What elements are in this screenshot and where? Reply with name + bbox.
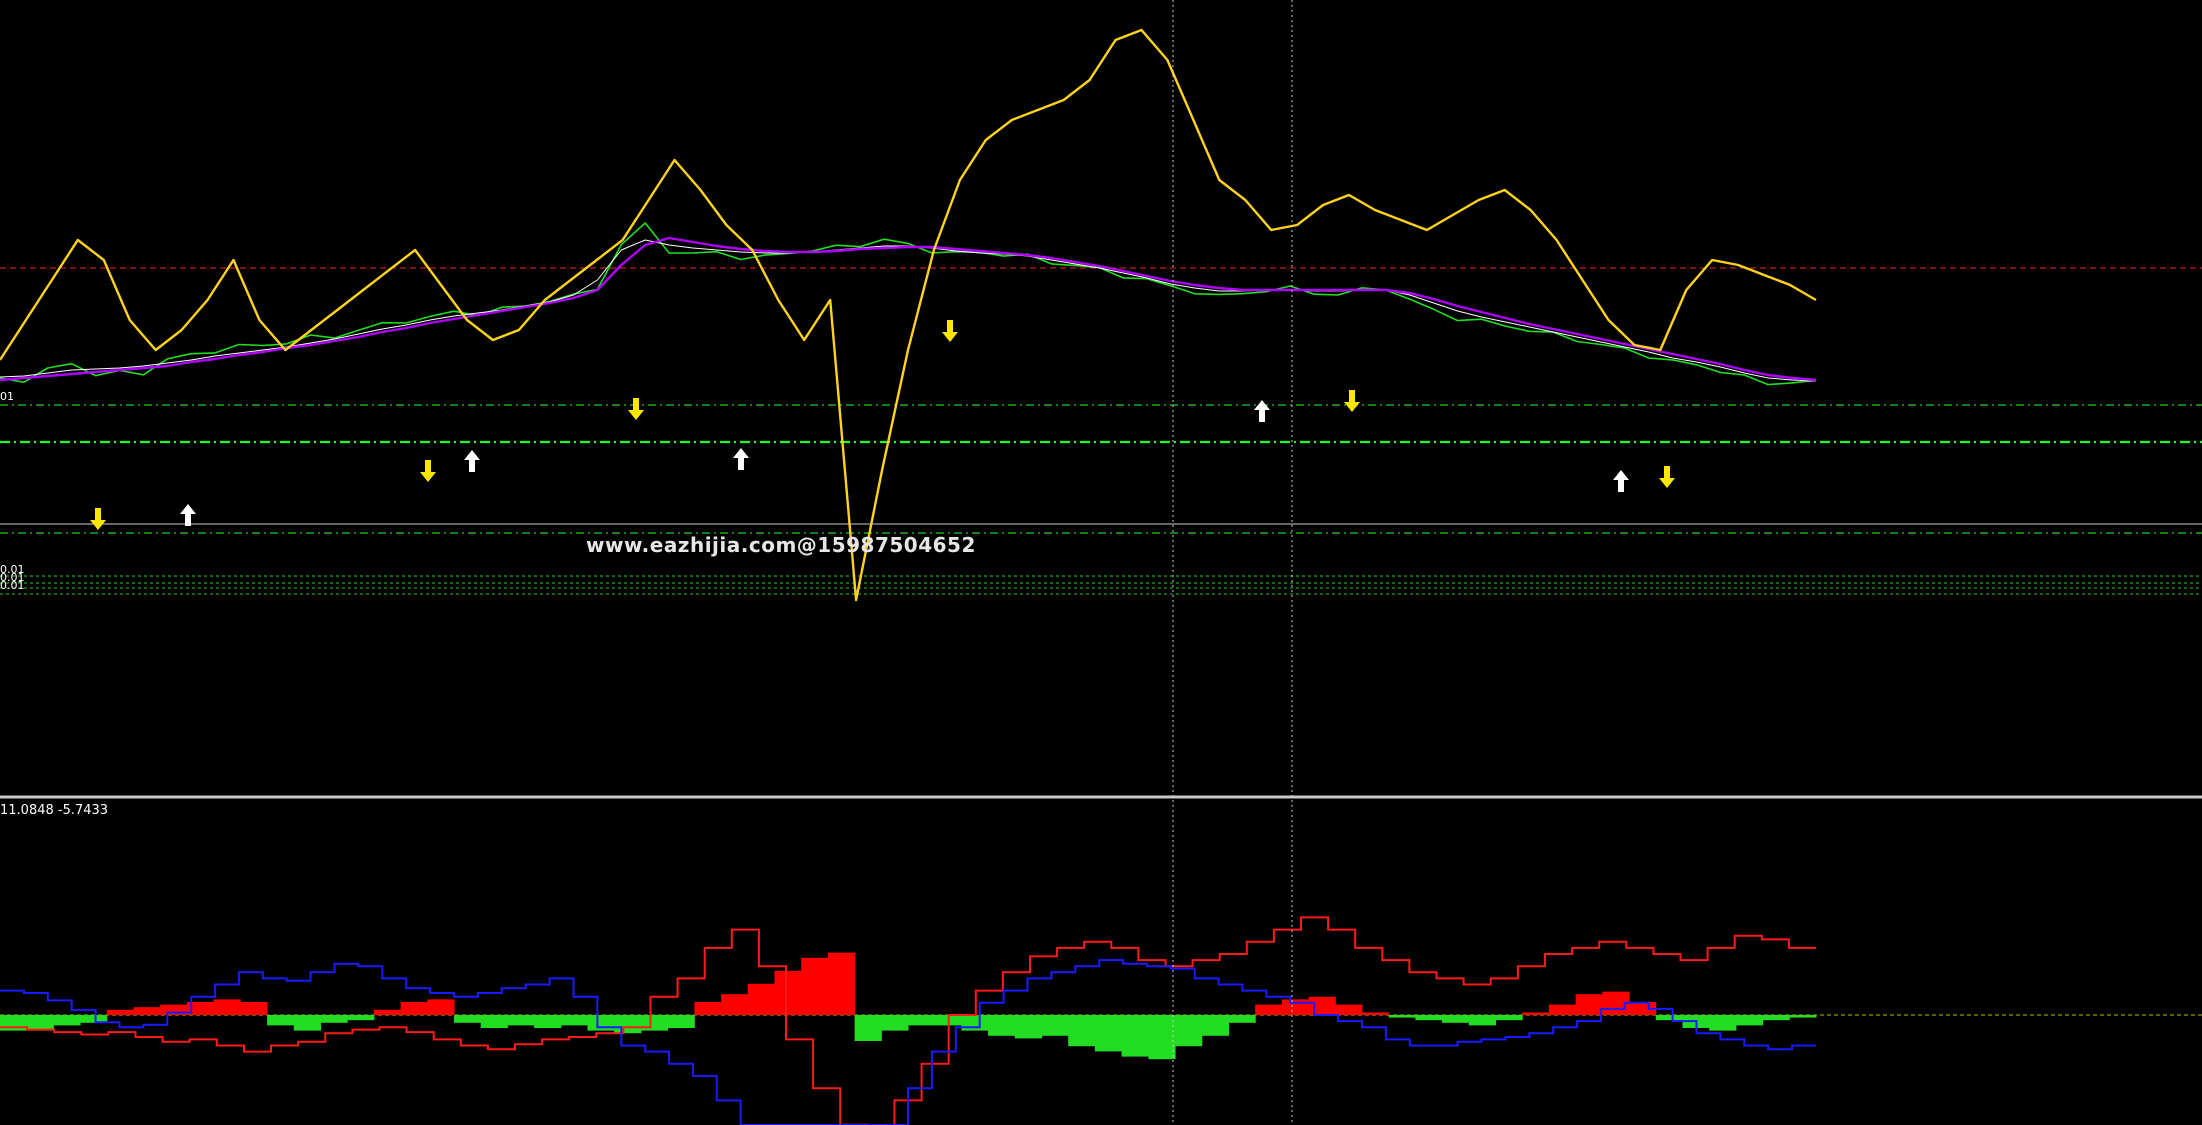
hist-bar-47 (1255, 1004, 1283, 1015)
hist-bar-53 (1415, 1015, 1443, 1021)
hist-bar-59 (1575, 994, 1603, 1015)
hist-bar-27 (721, 994, 749, 1015)
hist-bar-21 (560, 1015, 588, 1026)
hist-bar-62 (1655, 1015, 1683, 1021)
hist-bar-31 (827, 952, 856, 1015)
hist-bar-5 (133, 1007, 161, 1015)
hist-bar-41 (1094, 1015, 1123, 1052)
hist-bar-19 (507, 1015, 535, 1026)
hist-bar-55 (1468, 1015, 1496, 1026)
hist-bar-10 (267, 1015, 295, 1026)
hist-bar-48 (1281, 999, 1310, 1015)
hist-bar-12 (320, 1015, 348, 1023)
hist-bar-17 (454, 1015, 482, 1023)
hist-bar-0 (0, 1015, 28, 1031)
hist-bar-39 (1041, 1015, 1069, 1036)
hist-bar-22 (587, 1015, 615, 1031)
hist-bar-65 (1735, 1015, 1764, 1026)
hist-bar-43 (1148, 1015, 1176, 1060)
hist-bar-49 (1308, 996, 1336, 1015)
hist-bar-30 (801, 957, 829, 1015)
hist-bar-8 (213, 999, 241, 1015)
sub-panel-label: 11.0848 -5.7433 (0, 803, 109, 818)
hist-bar-25 (667, 1015, 695, 1028)
hist-bar-56 (1495, 1015, 1523, 1021)
hist-bar-28 (747, 983, 775, 1015)
hist-bar-57 (1522, 1012, 1550, 1015)
hist-bar-29 (774, 970, 802, 1015)
hist-bar-37 (988, 1015, 1016, 1036)
hist-bar-26 (694, 1002, 722, 1015)
hist-bar-9 (240, 1002, 268, 1015)
hist-bar-33 (881, 1015, 909, 1031)
level-label-upper: 01 (0, 390, 14, 403)
hist-bar-20 (534, 1015, 562, 1028)
hist-bar-45 (1201, 1015, 1229, 1036)
hist-bar-32 (854, 1015, 882, 1041)
hist-bar-42 (1121, 1015, 1149, 1057)
hist-bar-23 (614, 1015, 642, 1034)
watermark-text: www.eazhijia.com@15987504652 (586, 533, 976, 557)
hist-bar-15 (400, 1002, 428, 1015)
hist-bar-50 (1335, 1004, 1363, 1015)
hist-bar-66 (1762, 1015, 1790, 1021)
hist-bar-11 (293, 1015, 321, 1031)
hist-bar-58 (1548, 1004, 1577, 1015)
hist-bar-13 (347, 1015, 375, 1021)
chart-background (0, 0, 2202, 1125)
level-label-lower-3: 0.01 (0, 579, 25, 592)
hist-bar-64 (1709, 1015, 1737, 1031)
hist-bar-54 (1442, 1015, 1470, 1023)
hist-bar-4 (106, 1009, 134, 1015)
hist-bar-38 (1014, 1015, 1042, 1039)
trading-chart (0, 0, 2202, 1125)
hist-bar-67 (1789, 1015, 1817, 1018)
hist-bar-14 (373, 1009, 402, 1015)
hist-bar-34 (908, 1015, 936, 1026)
hist-bar-40 (1068, 1015, 1096, 1047)
hist-bar-16 (427, 999, 455, 1015)
hist-bar-36 (961, 1015, 989, 1031)
hist-bar-51 (1362, 1012, 1390, 1015)
hist-bar-18 (480, 1015, 508, 1028)
hist-bar-44 (1175, 1015, 1203, 1047)
hist-bar-46 (1228, 1015, 1256, 1023)
hist-bar-2 (53, 1015, 81, 1026)
hist-bar-52 (1388, 1015, 1416, 1018)
hist-bar-24 (640, 1015, 669, 1031)
hist-bar-1 (26, 1015, 54, 1031)
